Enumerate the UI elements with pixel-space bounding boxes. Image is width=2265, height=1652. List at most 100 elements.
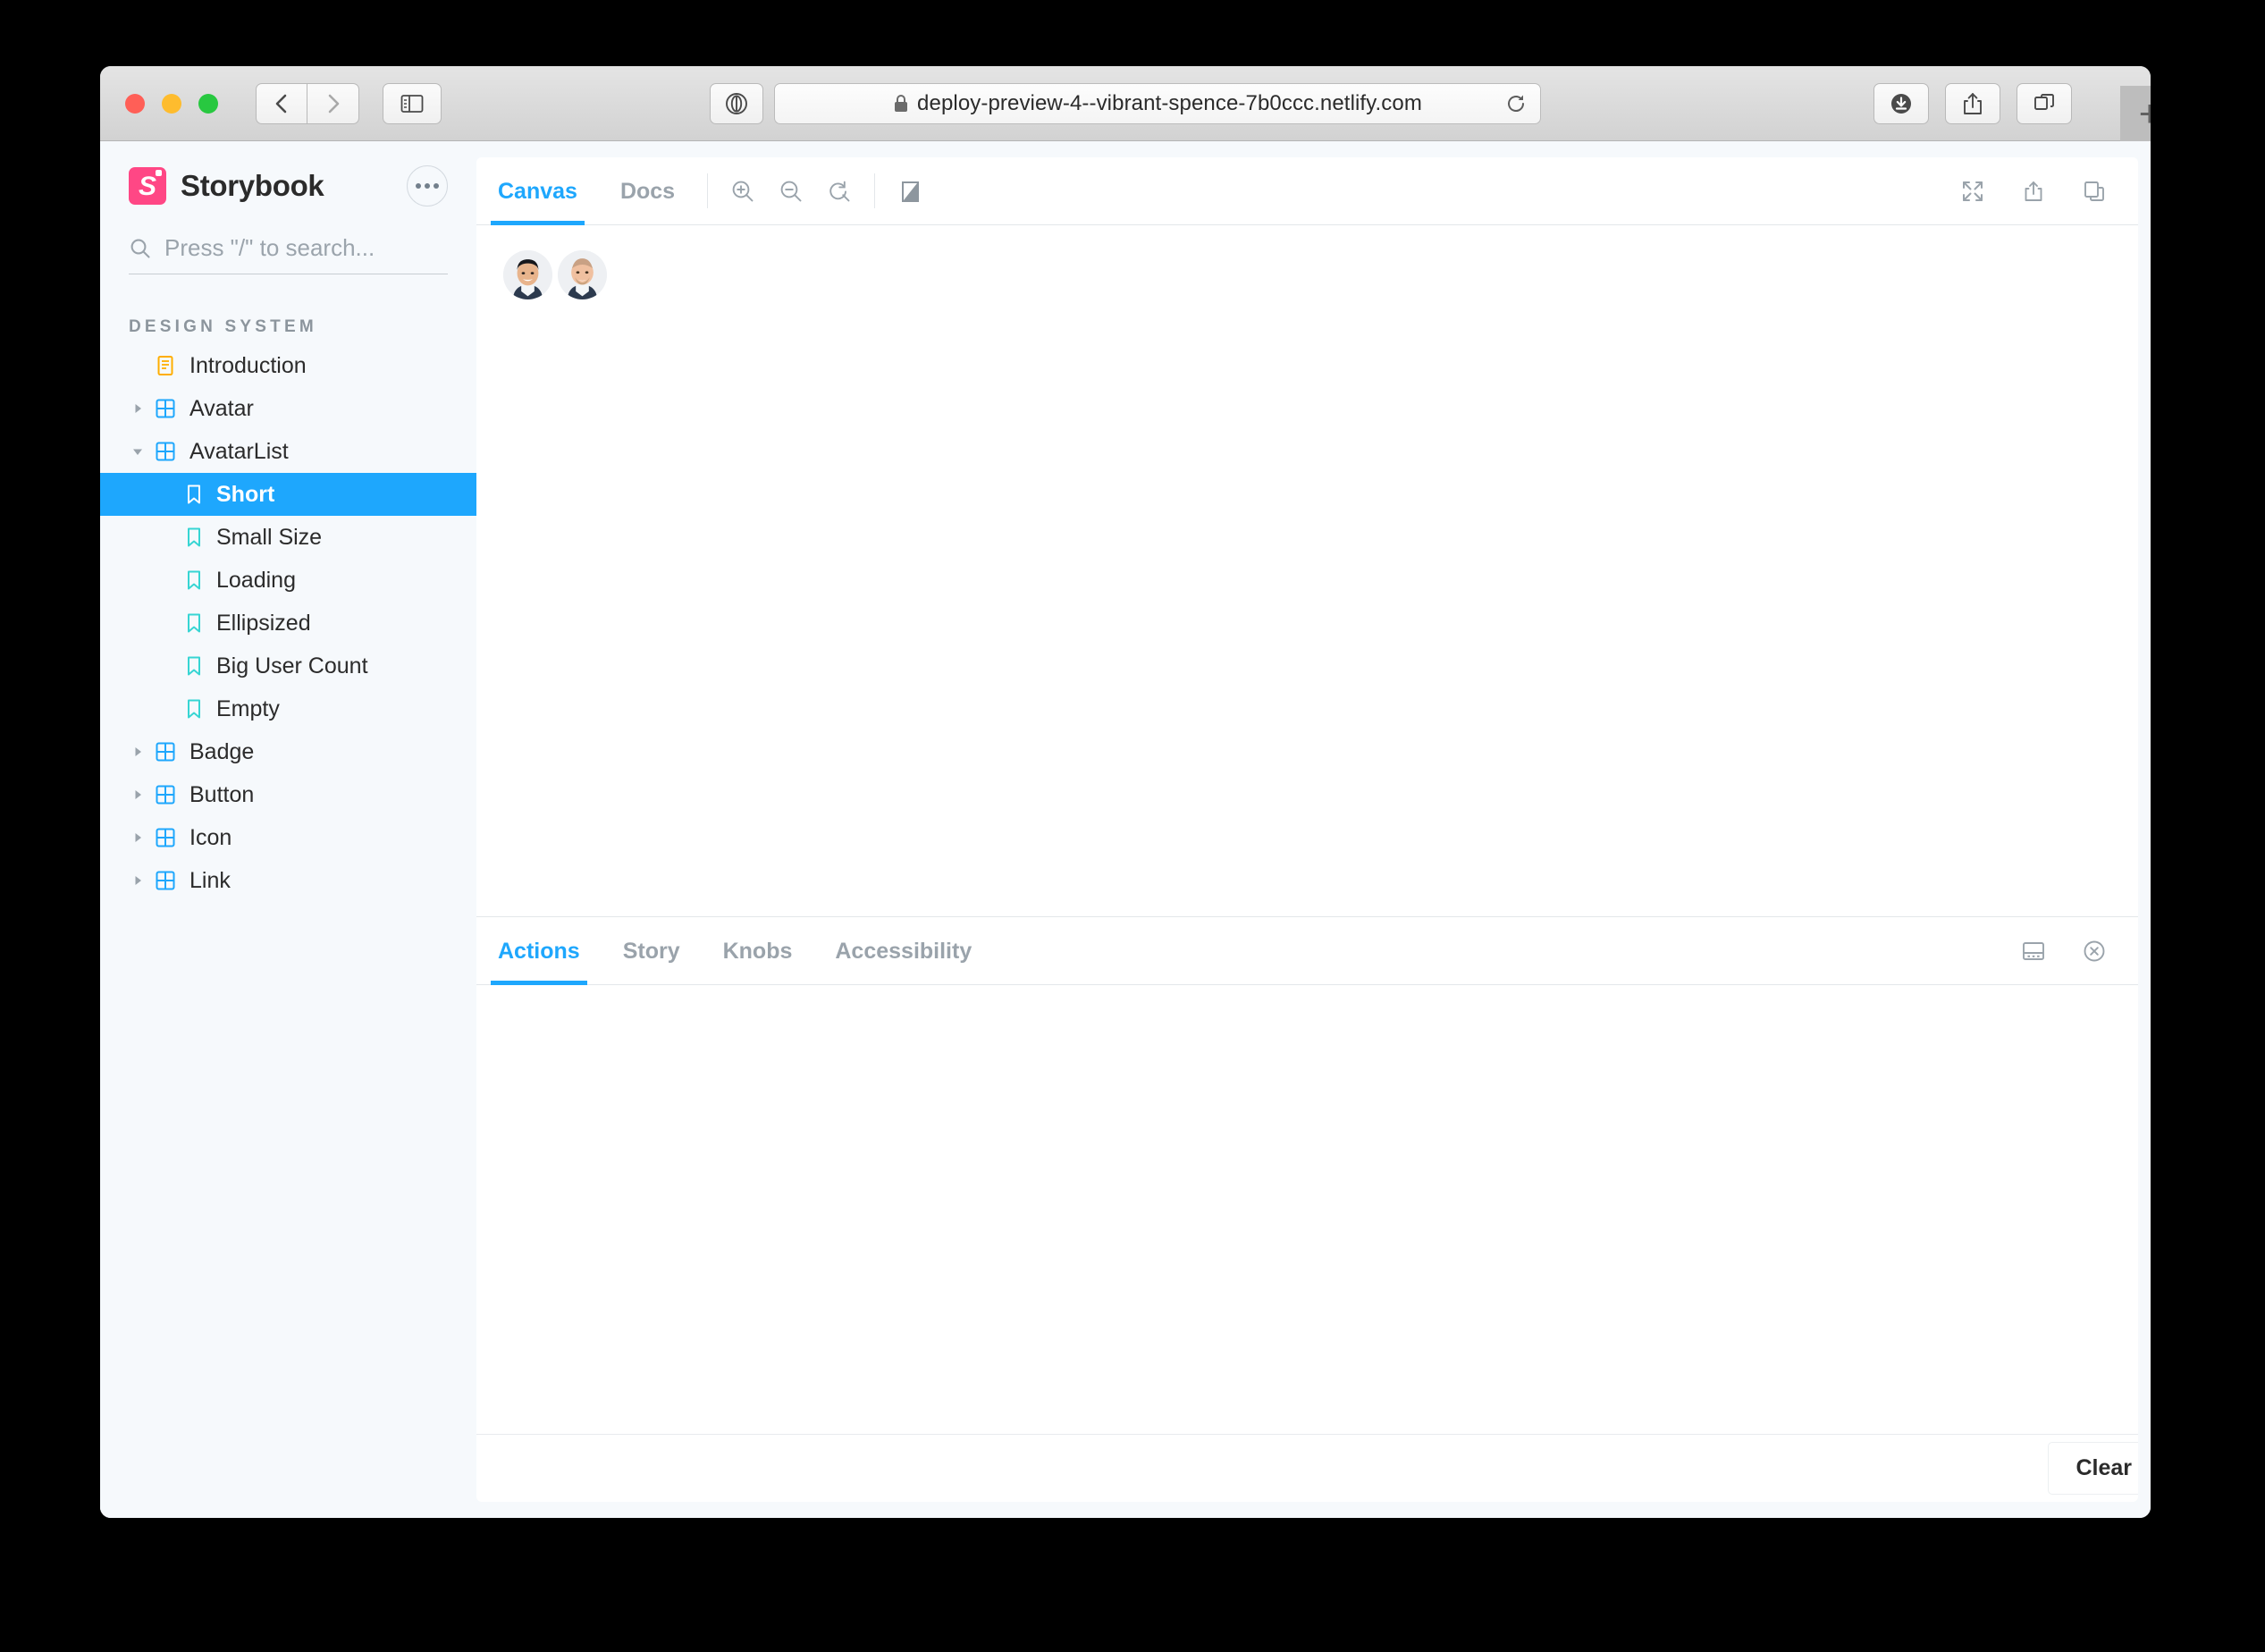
preview-toolbar-right — [1949, 157, 2138, 224]
story-bookmark-icon — [188, 485, 200, 504]
sidebar-item-label: Ellipsized — [216, 610, 311, 636]
sidebar-item-label: Avatar — [189, 395, 254, 421]
sidebar-search[interactable] — [129, 234, 448, 274]
close-window-button[interactable] — [125, 93, 145, 114]
tab-accessibility[interactable]: Accessibility — [813, 917, 993, 985]
component-grid-icon — [156, 871, 175, 890]
share-button[interactable] — [1945, 82, 2000, 124]
component-grid-icon — [156, 442, 175, 461]
close-panel-button[interactable] — [2070, 938, 2118, 965]
search-input[interactable] — [164, 234, 448, 262]
addons-toolbar-right — [2009, 917, 2138, 984]
sidebar-item-badge[interactable]: Badge — [100, 730, 476, 773]
sidebar-item-small-size[interactable]: Small Size — [100, 516, 476, 559]
address-bar[interactable]: deploy-preview-4--vibrant-spence-7b0ccc.… — [774, 82, 1541, 124]
tab-overview-button[interactable] — [2017, 82, 2072, 124]
document-icon — [157, 356, 173, 375]
sidebar-item-avatarlist[interactable]: AvatarList — [100, 430, 476, 473]
forward-button[interactable] — [307, 82, 359, 124]
storybook-logo-letter: S — [138, 172, 156, 201]
item-type-icon — [154, 740, 177, 763]
expand-toggle[interactable] — [129, 401, 147, 416]
clear-button[interactable]: Clear — [2048, 1442, 2138, 1495]
tab-overview-icon — [2034, 93, 2054, 110]
user-avatar-1 — [503, 250, 552, 299]
new-tab-button[interactable]: + — [2120, 86, 2151, 141]
sidebar-item-ellipsized[interactable]: Ellipsized — [100, 602, 476, 645]
minimize-window-button[interactable] — [162, 93, 181, 114]
copy-link-button[interactable] — [2070, 179, 2118, 204]
open-in-new-tab-button[interactable] — [2009, 178, 2058, 205]
sidebar-group-title: DESIGN SYSTEM — [129, 317, 317, 336]
fullscreen-button[interactable] — [1949, 178, 1997, 205]
story-bookmark-icon — [188, 527, 200, 547]
avatar — [503, 250, 552, 299]
tab-story[interactable]: Story — [602, 917, 702, 985]
toolbar-divider — [874, 173, 876, 208]
item-type-icon — [154, 826, 177, 849]
component-grid-icon — [156, 785, 175, 805]
tab-label: Actions — [498, 938, 580, 964]
sidebar-toggle-button[interactable] — [383, 82, 442, 124]
new-tab-label: + — [2138, 92, 2151, 134]
copy-link-icon — [2084, 181, 2104, 201]
sidebar-item-short[interactable]: Short — [100, 473, 476, 516]
tab-knobs[interactable]: Knobs — [702, 917, 814, 985]
sidebar-toggle-icon — [400, 94, 424, 113]
zoom-reset-icon — [829, 181, 850, 201]
chevron-left-icon — [275, 94, 287, 113]
sidebar-item-icon[interactable]: Icon — [100, 816, 476, 859]
browser-titlebar: deploy-preview-4--vibrant-spence-7b0ccc.… — [100, 66, 2151, 141]
sidebar-menu-button[interactable] — [407, 165, 448, 206]
zoom-in-button[interactable] — [719, 157, 767, 224]
sidebar-brand[interactable]: S Storybook — [100, 141, 476, 207]
chevron-right-icon — [135, 876, 141, 885]
sidebar-item-introduction[interactable]: Introduction — [100, 344, 476, 387]
sidebar-item-empty[interactable]: Empty — [100, 687, 476, 730]
reader-mode-button[interactable] — [710, 82, 763, 124]
back-button[interactable] — [256, 82, 307, 124]
expand-toggle[interactable] — [129, 444, 147, 459]
share-icon — [1964, 92, 1982, 114]
browser-toolbar-right — [1873, 82, 2072, 124]
downloads-button[interactable] — [1873, 82, 1929, 124]
dot-icon — [425, 183, 430, 189]
sidebar-item-link[interactable]: Link — [100, 859, 476, 902]
dot-icon — [416, 183, 421, 189]
preview-tabs: Canvas Docs — [476, 157, 696, 225]
sidebar-item-label: Small Size — [216, 524, 323, 550]
sidebar-item-label: Link — [189, 867, 231, 893]
item-type-icon — [154, 397, 177, 420]
lock-icon — [893, 94, 909, 114]
sidebar-item-label: Big User Count — [216, 653, 368, 678]
tab-label: Knobs — [722, 938, 793, 964]
chevron-down-icon — [133, 449, 142, 455]
tab-docs[interactable]: Docs — [599, 157, 696, 225]
tab-actions[interactable]: Actions — [476, 917, 602, 985]
sidebar-item-big-user-count[interactable]: Big User Count — [100, 645, 476, 687]
browser-window: deploy-preview-4--vibrant-spence-7b0ccc.… — [100, 66, 2151, 1518]
expand-toggle[interactable] — [129, 830, 147, 845]
user-avatar-2 — [558, 250, 607, 299]
expand-toggle[interactable] — [129, 788, 147, 802]
zoom-out-button[interactable] — [767, 157, 815, 224]
zoom-out-icon — [780, 181, 802, 201]
sidebar-item-avatar[interactable]: Avatar — [100, 387, 476, 430]
sidebar-item-label: Empty — [216, 695, 280, 721]
tab-canvas[interactable]: Canvas — [476, 157, 599, 225]
sidebar-item-loading[interactable]: Loading — [100, 559, 476, 602]
sidebar-item-button[interactable]: Button — [100, 773, 476, 816]
zoom-window-button[interactable] — [198, 93, 218, 114]
background-toggle-button[interactable] — [886, 157, 934, 224]
expand-toggle[interactable] — [129, 745, 147, 759]
chevron-right-icon — [135, 404, 141, 413]
open-in-new-icon — [2025, 181, 2042, 201]
sidebar-item-list: Introduction Avatar AvatarList Short Small S… — [100, 344, 476, 902]
panel-position-button[interactable] — [2009, 939, 2058, 964]
expand-toggle[interactable] — [129, 873, 147, 888]
reload-button[interactable] — [1504, 92, 1528, 115]
tab-label: Canvas — [498, 178, 577, 204]
zoom-reset-button[interactable] — [815, 157, 863, 224]
close-panel-icon — [2084, 940, 2105, 961]
actions-panel-content — [476, 985, 2138, 1434]
